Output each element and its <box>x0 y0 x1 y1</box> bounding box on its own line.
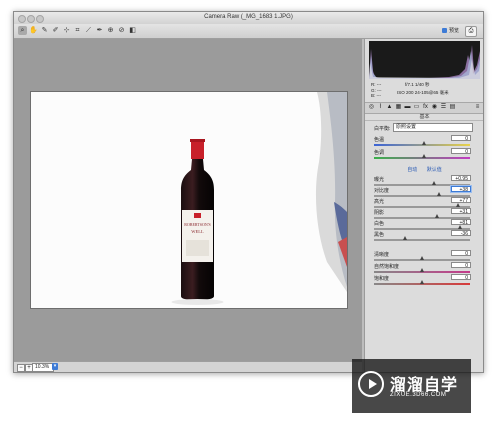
histogram <box>369 41 480 79</box>
panel-menu-icon[interactable]: ≡ <box>474 104 481 111</box>
slider-track[interactable] <box>374 280 470 285</box>
export-button[interactable]: ⎙ <box>465 26 477 37</box>
slider-thumb-icon[interactable] <box>420 256 424 260</box>
white-balance-label: 白平衡: <box>374 126 391 132</box>
tab-hsl-icon[interactable]: ▦ <box>395 104 402 111</box>
slider-label: 曝光 <box>374 177 385 183</box>
play-logo-icon <box>358 371 384 397</box>
zoom-out-button[interactable]: − <box>17 364 25 372</box>
slider-label: 阴影 <box>374 210 385 216</box>
slider-value-field[interactable]: 0 <box>451 262 471 269</box>
slider-thumb-icon[interactable] <box>456 203 461 207</box>
watermark-url: ZIXUE.3D66.COM <box>390 392 447 398</box>
zoom-tool-icon[interactable]: ⌕ <box>18 26 27 35</box>
tab-split-toning-icon[interactable]: ▬ <box>404 104 411 111</box>
slider-track[interactable] <box>374 236 470 241</box>
white-balance-tool-icon[interactable]: ✎ <box>40 26 49 35</box>
slider-label: 清晰度 <box>374 252 390 258</box>
slider-value-field[interactable]: -36 <box>451 230 471 237</box>
status-bar: − + 10.3% ▾ <box>14 361 362 372</box>
tab-camera-calibration-icon[interactable]: ◉ <box>431 104 438 111</box>
red-eye-tool-icon[interactable]: ⊕ <box>106 26 115 35</box>
slider-value-field[interactable]: 0 <box>451 274 471 281</box>
auto-default-links: 自动 默认值 <box>365 166 483 173</box>
targeted-adjustment-tool-icon[interactable]: ⊹ <box>62 26 71 35</box>
tab-detail-icon[interactable]: ▲ <box>386 104 393 111</box>
straighten-tool-icon[interactable]: ⟋ <box>84 26 93 35</box>
adjustment-panel: R: --- G: --- B: --- f/7.1 1/40 秒 ISO 20… <box>364 39 483 372</box>
slider-label: 饱和度 <box>374 276 390 282</box>
tool-bar: ⌕ ✋ ✎ ✐ ⊹ ⌗ ⟋ ✒ ⊕ ⊘ ◧ 预览 ⎙ <box>14 24 483 39</box>
photo-artwork: ROBERTSON'S WELL <box>31 92 347 308</box>
slider-thumb-icon[interactable] <box>420 268 424 272</box>
photo-preview: ROBERTSON'S WELL <box>30 91 348 309</box>
tab-basic-icon[interactable]: ◎ <box>368 104 375 111</box>
slider-label: 对比度 <box>374 188 390 194</box>
slider-thumb-icon[interactable] <box>437 192 442 196</box>
bottle-label-line1: ROBERTSON'S <box>184 222 211 227</box>
slider-track[interactable] <box>374 268 470 273</box>
watermark: 溜溜自学 ZIXUE.3D66.COM <box>352 359 471 413</box>
graduated-filter-tool-icon[interactable]: ◧ <box>128 26 137 35</box>
slider-track[interactable] <box>374 256 470 261</box>
adjustment-brush-tool-icon[interactable]: ⊘ <box>117 26 126 35</box>
slider-thumb-icon[interactable] <box>421 154 426 158</box>
slider-thumb-icon[interactable] <box>420 280 424 284</box>
slider-thumb-icon[interactable] <box>431 181 436 185</box>
preview-checkbox[interactable]: 预览 <box>441 27 459 34</box>
auto-link[interactable]: 自动 <box>407 167 417 173</box>
spot-removal-tool-icon[interactable]: ✒ <box>95 26 104 35</box>
zoom-level[interactable]: 10.3% <box>32 363 54 372</box>
default-link[interactable]: 默认值 <box>427 167 442 173</box>
preview-label: 预览 <box>448 28 459 34</box>
iso-lens: ISO 200 24-105@65 毫米 <box>397 90 449 95</box>
slider-label: 色温 <box>374 137 385 143</box>
preview-canvas[interactable]: ROBERTSON'S WELL <box>14 39 362 361</box>
camera-info: R: --- G: --- B: --- f/7.1 1/40 秒 ISO 20… <box>369 82 480 101</box>
tab-lens-icon[interactable]: ▭ <box>413 104 420 111</box>
slider-value-field[interactable]: 0 <box>451 148 471 155</box>
aperture-shutter: f/7.1 1/40 秒 <box>405 82 430 87</box>
tab-snapshots-icon[interactable]: ▤ <box>449 104 456 111</box>
slider-value-field[interactable]: +0.95 <box>451 175 471 182</box>
hand-tool-icon[interactable]: ✋ <box>29 26 38 35</box>
white-balance-select[interactable]: 原照设置 <box>393 123 473 132</box>
slider-value-field[interactable]: 0 <box>451 250 471 257</box>
r-value: R: --- <box>371 82 382 87</box>
slider-label: 黑色 <box>374 232 385 238</box>
section-title: 基本 <box>365 113 483 121</box>
zoom-dropdown-icon[interactable]: ▾ <box>52 363 58 370</box>
slider-label: 自然饱和度 <box>374 264 400 270</box>
tab-presets-icon[interactable]: ☰ <box>440 104 447 111</box>
b-value: B: --- <box>371 93 381 98</box>
slider-thumb-icon[interactable] <box>435 214 440 218</box>
crop-tool-icon[interactable]: ⌗ <box>73 26 82 35</box>
slider-track[interactable] <box>374 154 470 159</box>
slider-label: 色调 <box>374 150 385 156</box>
tab-tone-curve-icon[interactable]: ⌇ <box>377 104 384 111</box>
slider-value-field[interactable]: 0 <box>451 135 471 142</box>
camera-raw-window: Camera Raw (_MG_1683 1.JPG) ⌕ ✋ ✎ ✐ ⊹ ⌗ … <box>13 11 484 373</box>
slider-thumb-icon[interactable] <box>402 236 407 240</box>
slider-value-field[interactable]: +31 <box>451 208 471 215</box>
slider-value-field[interactable]: +38 <box>451 186 471 193</box>
bottle-label-line2: WELL <box>191 229 204 234</box>
slider-thumb-icon[interactable] <box>421 141 426 145</box>
histogram-graph <box>369 45 480 79</box>
slider-value-field[interactable]: +77 <box>451 197 471 204</box>
tab-effects-icon[interactable]: fx <box>422 104 429 111</box>
slider-track[interactable] <box>374 141 470 146</box>
rgb-readout: R: --- G: --- B: --- <box>371 82 382 99</box>
slider-label: 白色 <box>374 221 385 227</box>
window-title: Camera Raw (_MG_1683 1.JPG) <box>204 14 293 20</box>
color-sampler-tool-icon[interactable]: ✐ <box>51 26 60 35</box>
checkbox-checked-icon[interactable] <box>441 28 447 33</box>
slider-label: 高光 <box>374 199 385 205</box>
slider-thumb-icon[interactable] <box>458 225 463 229</box>
